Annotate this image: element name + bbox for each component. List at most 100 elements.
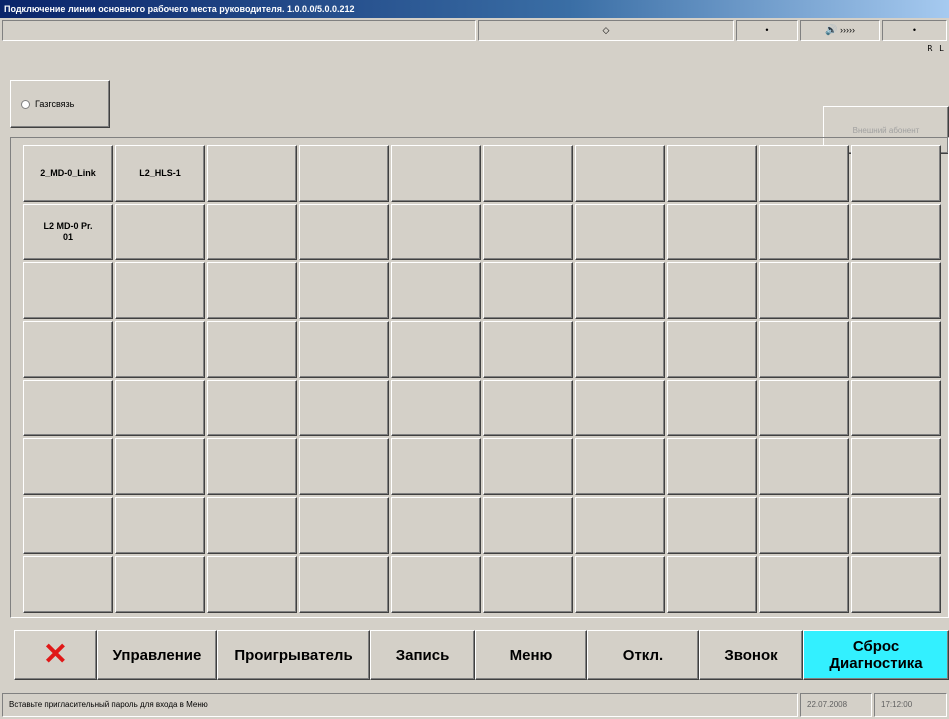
line-key[interactable]	[483, 262, 573, 320]
line-key[interactable]	[299, 497, 389, 554]
line-key[interactable]	[483, 555, 573, 613]
line-key[interactable]	[207, 262, 297, 320]
reset-diagnostics-button[interactable]: Сброс Диагностика	[803, 630, 949, 680]
ring-button[interactable]: Звонок	[699, 630, 803, 680]
speaker-icon: 🔊	[825, 25, 838, 36]
line-key[interactable]	[299, 321, 389, 378]
line-key[interactable]	[483, 203, 573, 261]
line-key[interactable]	[115, 321, 205, 378]
line-key[interactable]	[391, 262, 481, 320]
line-key[interactable]	[575, 497, 665, 554]
line-key[interactable]	[759, 262, 849, 320]
line-key[interactable]	[23, 497, 113, 554]
line-key[interactable]	[391, 145, 481, 202]
line-key[interactable]	[575, 262, 665, 320]
line-key[interactable]	[115, 497, 205, 554]
line-key[interactable]: L2 MD-0 Pr. 01	[23, 203, 113, 261]
line-key[interactable]	[759, 203, 849, 261]
line-key[interactable]	[759, 497, 849, 554]
line-key[interactable]	[483, 321, 573, 378]
line-key[interactable]	[759, 321, 849, 378]
line-key[interactable]	[23, 379, 113, 437]
line-key[interactable]	[391, 203, 481, 261]
line-key[interactable]	[391, 321, 481, 378]
line-key[interactable]	[207, 203, 297, 261]
line-key[interactable]	[23, 262, 113, 320]
line-key[interactable]	[23, 555, 113, 613]
disconnect-button[interactable]: Откл.	[587, 630, 699, 680]
line-key[interactable]	[667, 262, 757, 320]
line-key[interactable]	[851, 497, 941, 554]
line-key[interactable]	[667, 497, 757, 554]
line-key[interactable]	[575, 145, 665, 202]
status-date: 22.07.2008	[800, 693, 872, 717]
line-key[interactable]	[483, 145, 573, 202]
line-key[interactable]	[851, 379, 941, 437]
line-key[interactable]	[851, 262, 941, 320]
line-key[interactable]	[115, 262, 205, 320]
line-key[interactable]	[851, 438, 941, 496]
gg-radio-button[interactable]: Газгсвязь	[10, 80, 110, 128]
close-icon: ✕	[42, 638, 69, 671]
line-key[interactable]	[207, 145, 297, 202]
control-button[interactable]: Управление	[97, 630, 217, 680]
line-key[interactable]	[575, 379, 665, 437]
record-button[interactable]: Запись	[370, 630, 475, 680]
line-key[interactable]	[115, 555, 205, 613]
rl-indicator: R L	[927, 44, 945, 53]
line-key[interactable]	[299, 379, 389, 437]
line-key[interactable]	[299, 555, 389, 613]
line-key[interactable]	[759, 379, 849, 437]
line-key[interactable]	[391, 555, 481, 613]
line-key[interactable]	[759, 438, 849, 496]
line-key[interactable]	[207, 321, 297, 378]
line-key[interactable]	[207, 555, 297, 613]
line-key[interactable]	[391, 379, 481, 437]
line-key[interactable]	[207, 497, 297, 554]
line-key[interactable]	[207, 438, 297, 496]
volume-cell[interactable]: 🔊 ›››››	[800, 20, 880, 41]
line-key[interactable]	[299, 438, 389, 496]
line-key[interactable]	[207, 379, 297, 437]
line-key[interactable]	[115, 379, 205, 437]
line-key[interactable]	[115, 438, 205, 496]
line-key[interactable]	[667, 321, 757, 378]
line-key[interactable]	[667, 555, 757, 613]
line-key[interactable]	[851, 321, 941, 378]
line-key[interactable]	[851, 145, 941, 202]
line-key[interactable]	[667, 379, 757, 437]
line-key[interactable]	[575, 321, 665, 378]
line-key[interactable]	[391, 438, 481, 496]
line-key[interactable]	[575, 555, 665, 613]
line-key[interactable]: L2_HLS-1	[115, 145, 205, 202]
line-key[interactable]	[299, 262, 389, 320]
line-key[interactable]	[667, 203, 757, 261]
line-key[interactable]	[391, 497, 481, 554]
player-button[interactable]: Проигрыватель	[217, 630, 370, 680]
line-key[interactable]	[299, 203, 389, 261]
line-key[interactable]	[299, 145, 389, 202]
gg-label: Газгсвязь	[35, 99, 75, 109]
status-dot: •	[765, 25, 769, 35]
line-key[interactable]	[483, 379, 573, 437]
line-key[interactable]	[759, 145, 849, 202]
line-key[interactable]	[483, 438, 573, 496]
center-indicator: ◇	[602, 25, 610, 35]
line-key[interactable]	[23, 321, 113, 378]
line-key[interactable]	[483, 497, 573, 554]
line-key[interactable]	[115, 203, 205, 261]
line-key[interactable]	[575, 438, 665, 496]
key-grid: 2_MD-0_Link L2_HLS-1 L2 MD-0 Pr. 01	[23, 145, 943, 615]
line-key[interactable]	[667, 145, 757, 202]
line-key[interactable]	[667, 438, 757, 496]
line-key[interactable]	[759, 555, 849, 613]
status-time: 17:12:00	[874, 693, 947, 717]
menu-button[interactable]: Меню	[475, 630, 587, 680]
line-key[interactable]	[23, 438, 113, 496]
line-key[interactable]	[851, 203, 941, 261]
status-bar: Вставьте пригласительный пароль для вход…	[0, 693, 949, 719]
line-key[interactable]	[851, 555, 941, 613]
line-key[interactable]: 2_MD-0_Link	[23, 145, 113, 202]
cancel-button[interactable]: ✕	[14, 630, 97, 680]
line-key[interactable]	[575, 203, 665, 261]
